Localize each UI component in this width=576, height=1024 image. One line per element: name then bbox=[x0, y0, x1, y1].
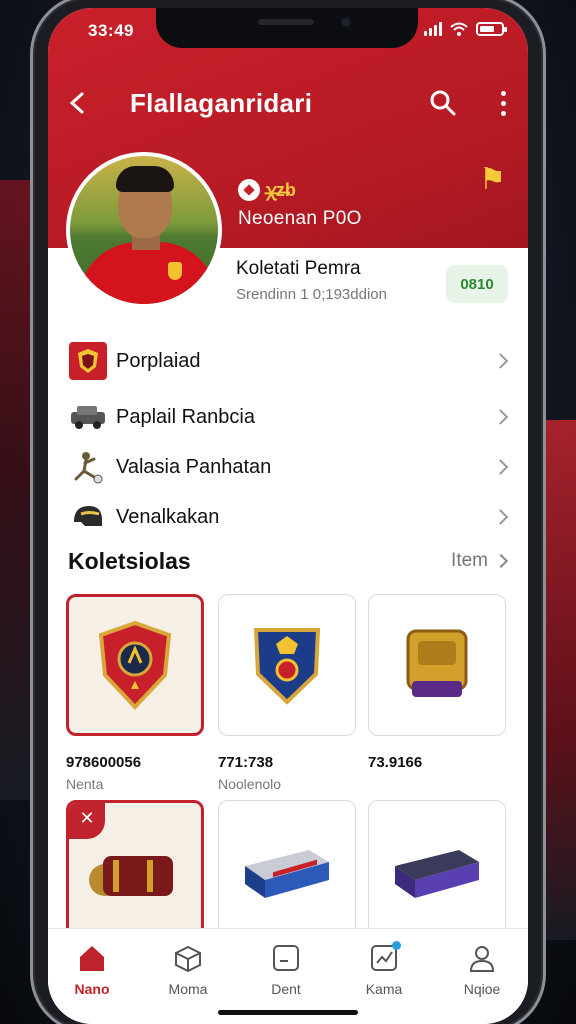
section-title: Koletsiolas bbox=[68, 548, 191, 574]
notch bbox=[156, 8, 418, 48]
page-title: Flallaganridari bbox=[130, 88, 313, 118]
home-indicator[interactable] bbox=[218, 1010, 358, 1015]
collection-tile[interactable] bbox=[218, 594, 356, 736]
car-icon bbox=[68, 397, 108, 437]
status-badge[interactable]: 0810 bbox=[446, 265, 508, 303]
more-options-icon[interactable] bbox=[496, 88, 510, 118]
football-icon bbox=[238, 179, 260, 201]
tile-price: 978600056 bbox=[66, 754, 142, 771]
status-time: 33:49 bbox=[88, 21, 134, 40]
collection-tile[interactable] bbox=[66, 594, 204, 736]
tile-price: 771:738 bbox=[218, 754, 274, 771]
tile-price: 73.9166 bbox=[368, 754, 423, 771]
tab-moma[interactable]: Moma bbox=[140, 941, 236, 997]
notification-dot bbox=[392, 941, 401, 950]
chart-icon bbox=[367, 941, 401, 975]
see-all-link[interactable]: Item bbox=[451, 550, 509, 572]
tile-subtitle: Nenta bbox=[66, 776, 104, 792]
tab-profile[interactable]: Nqioe bbox=[434, 941, 528, 997]
speaker bbox=[258, 19, 314, 25]
menu-item-porplaiad[interactable]: Porplaiad bbox=[48, 330, 528, 392]
background-right-blur bbox=[542, 420, 576, 940]
tab-kama[interactable]: Kama bbox=[336, 941, 432, 997]
tab-dent[interactable]: Dent bbox=[238, 941, 334, 997]
helmet-icon bbox=[68, 497, 108, 537]
chevron-right-icon bbox=[492, 409, 509, 425]
back-arrow-icon[interactable] bbox=[64, 88, 94, 118]
home-icon bbox=[75, 941, 109, 975]
collection-tile[interactable] bbox=[218, 800, 356, 942]
level-badge: ꭓ̶z̶b bbox=[238, 178, 296, 202]
user-icon bbox=[465, 941, 499, 975]
profile-name: Koletati Pemra bbox=[236, 258, 361, 279]
tile-subtitle: Noolenolo bbox=[218, 776, 282, 792]
menu-list: Porplaiad Paplail Ranbcia Valasia Panhat… bbox=[48, 330, 528, 542]
train-purple-icon bbox=[395, 850, 479, 898]
card-icon bbox=[269, 941, 303, 975]
tab-home[interactable]: Nano bbox=[48, 941, 140, 997]
collection-tile[interactable] bbox=[368, 594, 506, 736]
profile-subtitle: Srendinn 1 0;193ddion bbox=[236, 286, 387, 303]
train-blue-icon bbox=[245, 850, 329, 898]
menu-item-venalkakan[interactable]: Venalkakan bbox=[48, 492, 528, 542]
chevron-right-icon bbox=[492, 459, 509, 475]
menu-item-paplail-ranbcia[interactable]: Paplail Ranbcia bbox=[48, 392, 528, 442]
close-icon[interactable]: ✕ bbox=[69, 803, 105, 839]
chevron-right-icon bbox=[493, 553, 509, 569]
avatar[interactable] bbox=[66, 152, 222, 308]
collection-tile[interactable]: ✕ bbox=[66, 800, 204, 942]
shield-red-icon bbox=[98, 620, 172, 710]
app-bar: Flallaganridari bbox=[48, 80, 528, 126]
gold-badge-icon bbox=[406, 629, 468, 697]
battery-icon bbox=[476, 22, 507, 36]
search-icon[interactable] bbox=[428, 88, 458, 118]
player-icon bbox=[68, 447, 108, 487]
box-icon bbox=[171, 941, 205, 975]
collection-tile[interactable] bbox=[368, 800, 506, 942]
hero-name: Neoenan P0O bbox=[238, 208, 362, 229]
chevron-right-icon bbox=[492, 509, 509, 525]
trophy-icon[interactable]: ⚑ bbox=[479, 162, 506, 197]
status-icons bbox=[424, 22, 507, 36]
app-screen: 33:49 Flallaganridari ꭓ̶z̶b ⚑ Neoenan P0… bbox=[48, 8, 528, 1024]
menu-item-valasia-panhatan[interactable]: Valasia Panhatan bbox=[48, 442, 528, 492]
shield-blue-icon bbox=[253, 628, 321, 705]
cannon-icon bbox=[89, 856, 173, 896]
chevron-right-icon bbox=[492, 353, 509, 369]
front-camera bbox=[340, 16, 352, 28]
signal-icon bbox=[424, 22, 442, 36]
wifi-icon bbox=[450, 22, 468, 36]
crest-icon bbox=[68, 341, 108, 381]
